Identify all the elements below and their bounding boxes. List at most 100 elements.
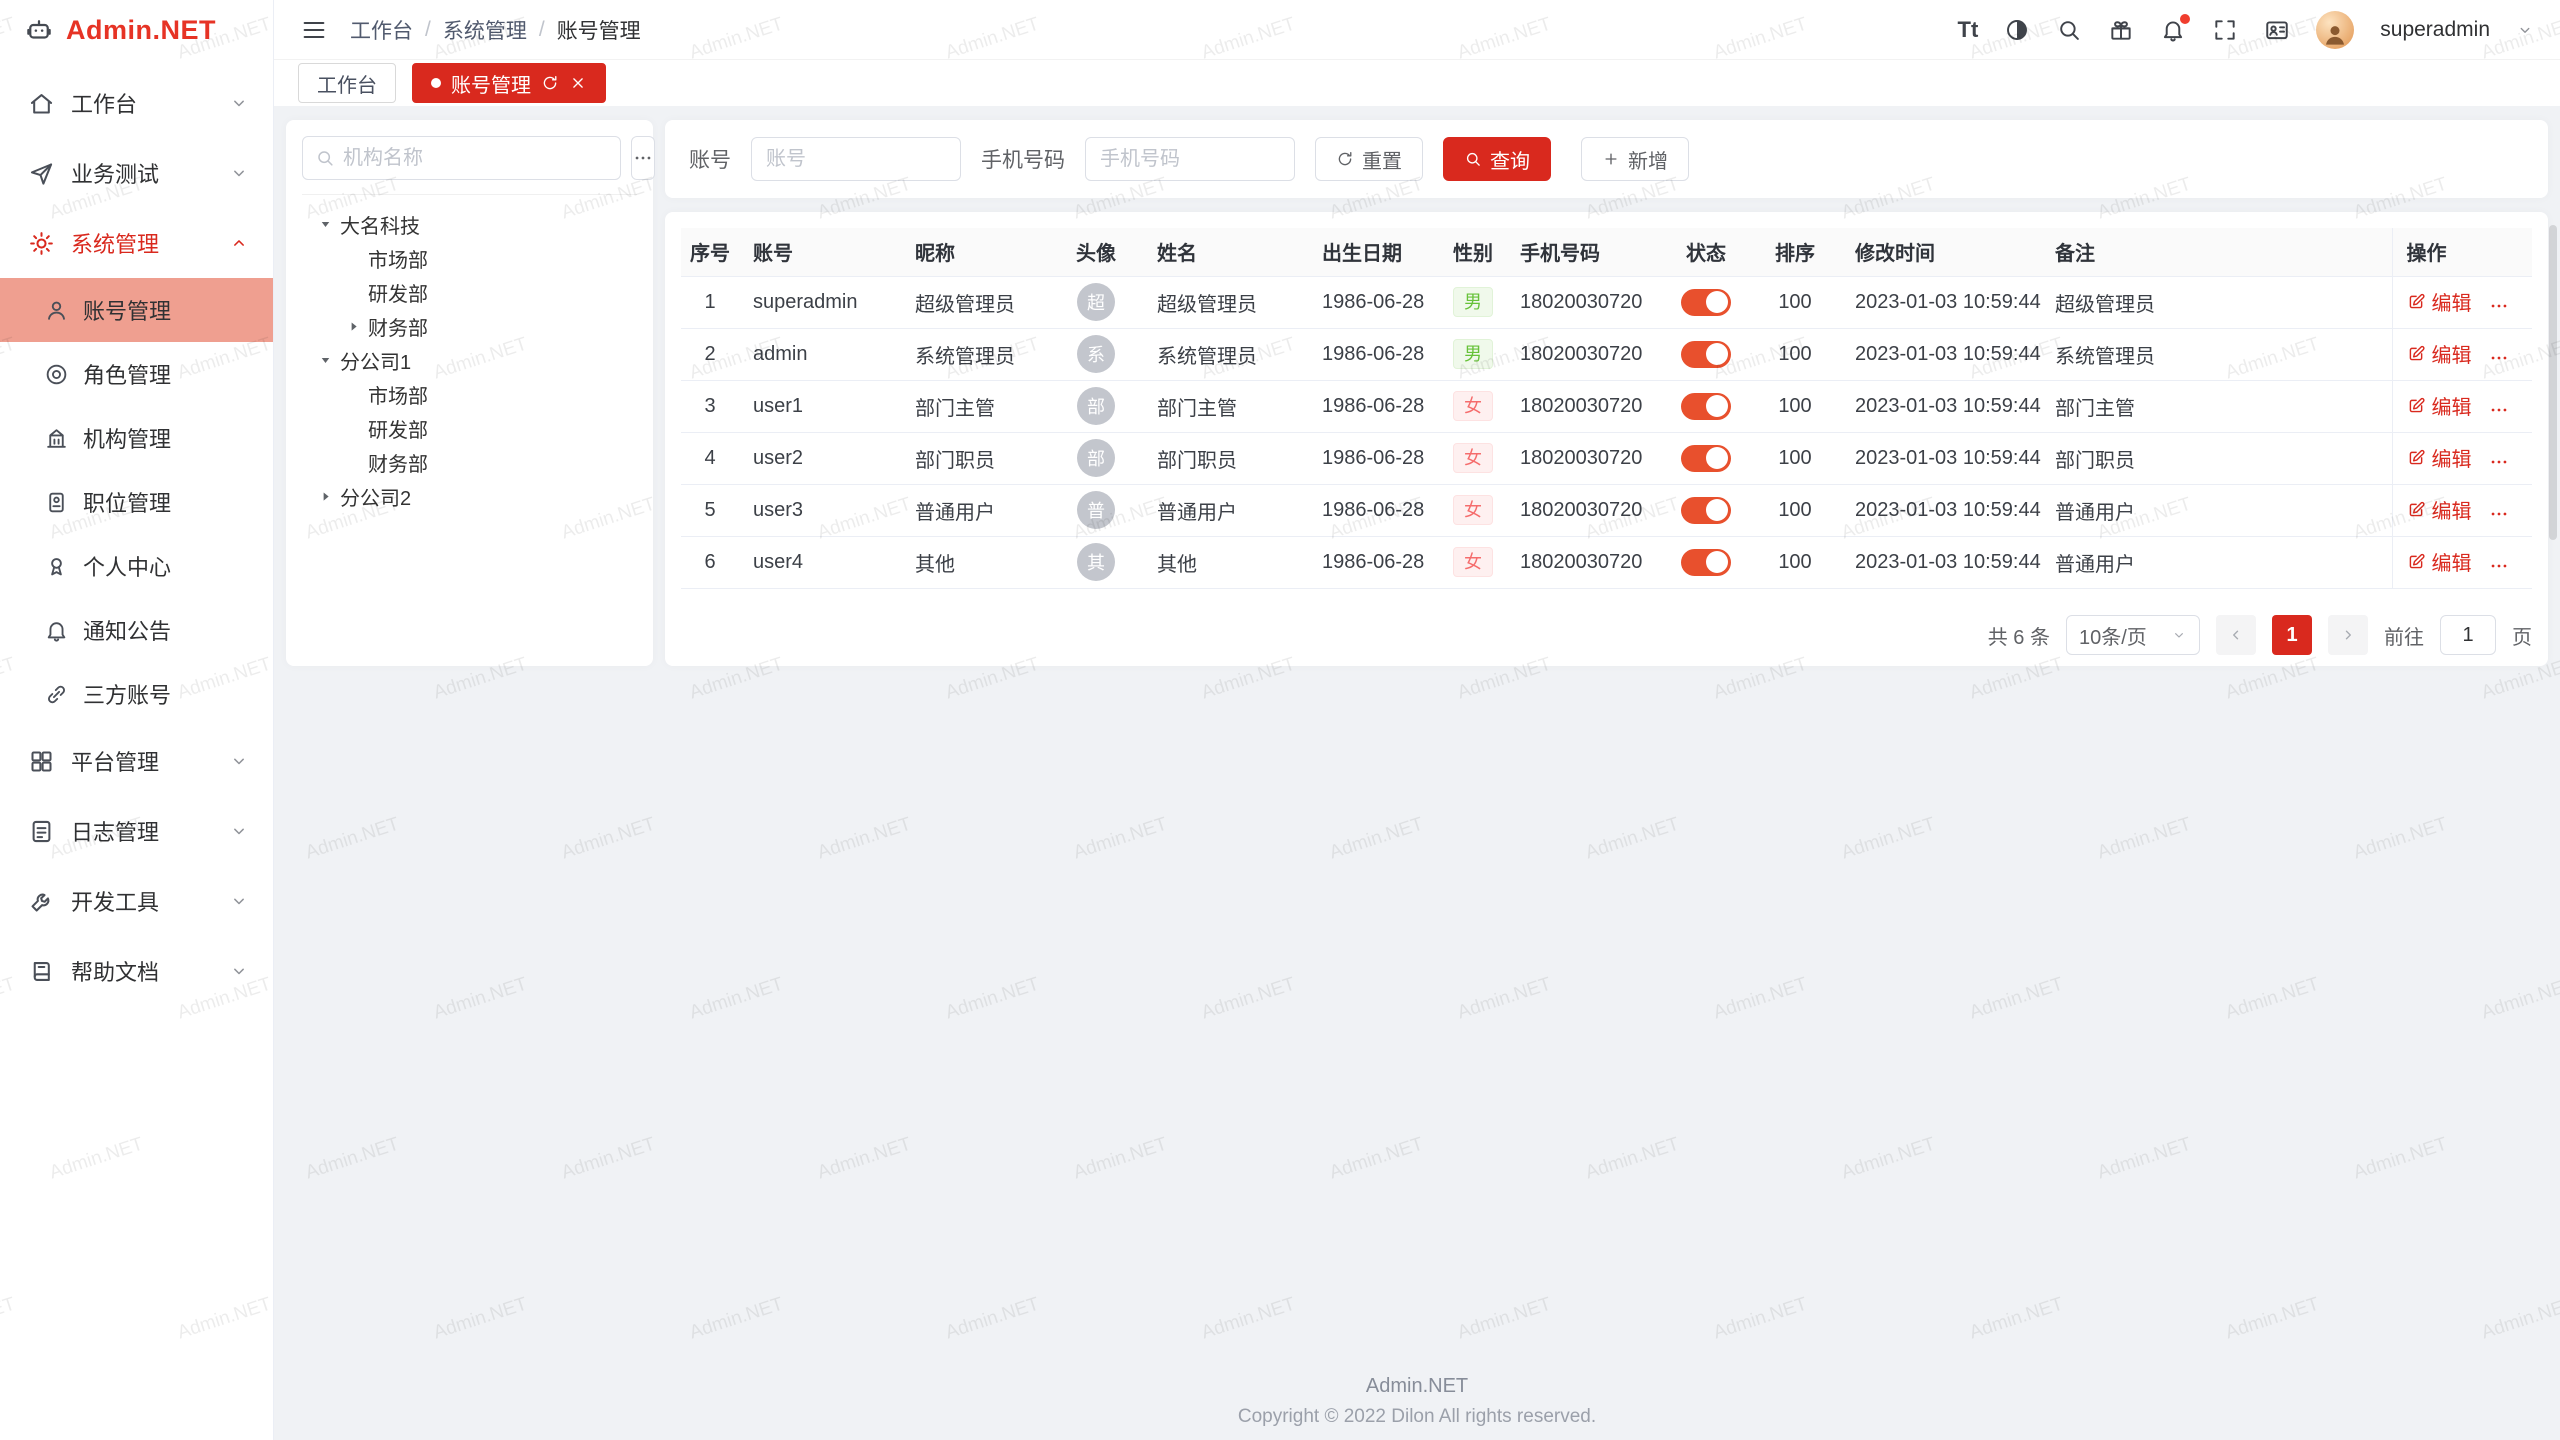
sidebar-item-label: 日志管理 (71, 815, 159, 847)
tree-more-button[interactable] (631, 136, 655, 180)
tool-icon (28, 888, 55, 915)
tri-right-icon[interactable] (318, 489, 333, 504)
tree-node[interactable]: 分公司2 (302, 479, 637, 513)
status-toggle[interactable] (1681, 549, 1731, 576)
layout-config-icon[interactable] (2004, 17, 2030, 43)
hamburger-icon[interactable] (300, 16, 328, 44)
cell-birthdate: 1986-06-28 (1308, 536, 1440, 588)
breadcrumb-item[interactable]: 系统管理 (443, 15, 527, 45)
theme-icon[interactable] (2108, 17, 2134, 43)
chevron-down-icon (229, 163, 249, 183)
reset-button[interactable]: 重置 (1315, 137, 1423, 181)
sidebar-item-system-mgmt[interactable]: 系统管理 (0, 208, 273, 278)
org-tree: 大名科技市场部研发部财务部分公司1市场部研发部财务部分公司2 (302, 207, 637, 513)
more-actions-button[interactable] (2488, 347, 2510, 369)
edit-button[interactable]: 编辑 (2407, 339, 2472, 368)
next-page-button[interactable] (2328, 615, 2368, 655)
username[interactable]: superadmin (2380, 18, 2490, 42)
sidebar-item-business-test[interactable]: 业务测试 (0, 138, 273, 208)
search-button[interactable]: 查询 (1443, 137, 1551, 181)
user-avatar[interactable] (2316, 11, 2354, 49)
close-icon[interactable] (569, 74, 587, 92)
profile-card-icon[interactable] (2264, 17, 2290, 43)
cell-avatar: 部 (1049, 432, 1143, 484)
sidebar-subitem-account-mgmt[interactable]: 账号管理 (0, 278, 273, 342)
tree-node[interactable]: 市场部 (302, 241, 637, 275)
grid-icon (28, 748, 55, 775)
status-toggle[interactable] (1681, 497, 1731, 524)
edit-button[interactable]: 编辑 (2407, 495, 2472, 524)
user-menu-chevron-icon[interactable] (2516, 21, 2534, 39)
tree-node[interactable]: 财务部 (302, 309, 637, 343)
tree-node[interactable]: 研发部 (302, 411, 637, 445)
edit-button[interactable]: 编辑 (2407, 391, 2472, 420)
sidebar-item-dev-tools[interactable]: 开发工具 (0, 866, 273, 936)
cell-account: user3 (739, 484, 901, 536)
edit-button[interactable]: 编辑 (2407, 287, 2472, 316)
tree-node[interactable]: 市场部 (302, 377, 637, 411)
sidebar-subitem-org-mgmt[interactable]: 机构管理 (0, 406, 273, 470)
tab-account-mgmt[interactable]: 账号管理 (412, 63, 606, 103)
status-toggle[interactable] (1681, 445, 1731, 472)
right-column: 账号 手机号码 重置 查询 新增 (665, 120, 2548, 666)
refresh-icon[interactable] (541, 74, 559, 92)
plane-icon (28, 160, 55, 187)
fullscreen-icon[interactable] (2212, 17, 2238, 43)
more-actions-button[interactable] (2488, 451, 2510, 473)
tree-node[interactable]: 财务部 (302, 445, 637, 479)
notification-bell-button[interactable] (2160, 17, 2186, 43)
cell-phone: 18020030720 (1506, 276, 1663, 328)
search-icon[interactable] (2056, 17, 2082, 43)
cell-gender: 女 (1440, 432, 1506, 484)
sidebar-item-log-mgmt[interactable]: 日志管理 (0, 796, 273, 866)
sidebar-item-help-docs[interactable]: 帮助文档 (0, 936, 273, 1006)
tree-node-label: 财务部 (368, 448, 428, 477)
page-number-button[interactable]: 1 (2272, 615, 2312, 655)
add-button[interactable]: 新增 (1581, 137, 1689, 181)
tab-label: 工作台 (317, 69, 377, 98)
cell-nickname: 其他 (901, 536, 1049, 588)
phone-input[interactable] (1085, 137, 1295, 181)
goto-page-input[interactable] (2440, 615, 2496, 655)
sidebar-subitem-role-mgmt[interactable]: 角色管理 (0, 342, 273, 406)
user-icon (44, 298, 69, 323)
sidebar-subitem-personal-center[interactable]: 个人中心 (0, 534, 273, 598)
sidebar-subitem-third-account[interactable]: 三方账号 (0, 662, 273, 726)
tri-down-icon[interactable] (318, 217, 333, 232)
cell-birthdate: 1986-06-28 (1308, 432, 1440, 484)
edit-icon (2407, 552, 2426, 571)
tri-down-icon[interactable] (318, 353, 333, 368)
sidebar-item-platform-mgmt[interactable]: 平台管理 (0, 726, 273, 796)
tree-node[interactable]: 大名科技 (302, 207, 637, 241)
tri-right-icon[interactable] (346, 319, 361, 334)
sidebar-subitem-notice[interactable]: 通知公告 (0, 598, 273, 662)
font-size-icon[interactable]: Tt (1958, 17, 1979, 43)
tree-node[interactable]: 分公司1 (302, 343, 637, 377)
org-search-input[interactable] (302, 136, 621, 180)
more-actions-button[interactable] (2488, 555, 2510, 577)
tree-node-label: 市场部 (368, 380, 428, 409)
more-actions-button[interactable] (2488, 295, 2510, 317)
sidebar-subitem-position-mgmt[interactable]: 职位管理 (0, 470, 273, 534)
prev-page-button[interactable] (2216, 615, 2256, 655)
org-search-field[interactable] (343, 147, 608, 170)
scrollbar-thumb[interactable] (2549, 225, 2557, 540)
status-toggle[interactable] (1681, 393, 1731, 420)
edit-button[interactable]: 编辑 (2407, 443, 2472, 472)
status-toggle[interactable] (1681, 341, 1731, 368)
breadcrumb-item[interactable]: 工作台 (350, 15, 413, 45)
avatar: 系 (1077, 335, 1115, 373)
tree-node[interactable]: 研发部 (302, 275, 637, 309)
tab-workbench[interactable]: 工作台 (298, 63, 396, 103)
cell-nickname: 系统管理员 (901, 328, 1049, 380)
status-toggle[interactable] (1681, 289, 1731, 316)
cell-nickname: 超级管理员 (901, 276, 1049, 328)
page-size-select[interactable]: 10条/页 (2066, 615, 2200, 655)
brand[interactable]: Admin.NET (0, 0, 273, 60)
avatar: 部 (1077, 387, 1115, 425)
more-actions-button[interactable] (2488, 503, 2510, 525)
more-actions-button[interactable] (2488, 399, 2510, 421)
edit-button[interactable]: 编辑 (2407, 547, 2472, 576)
account-input[interactable] (751, 137, 961, 181)
sidebar-item-workbench[interactable]: 工作台 (0, 68, 273, 138)
